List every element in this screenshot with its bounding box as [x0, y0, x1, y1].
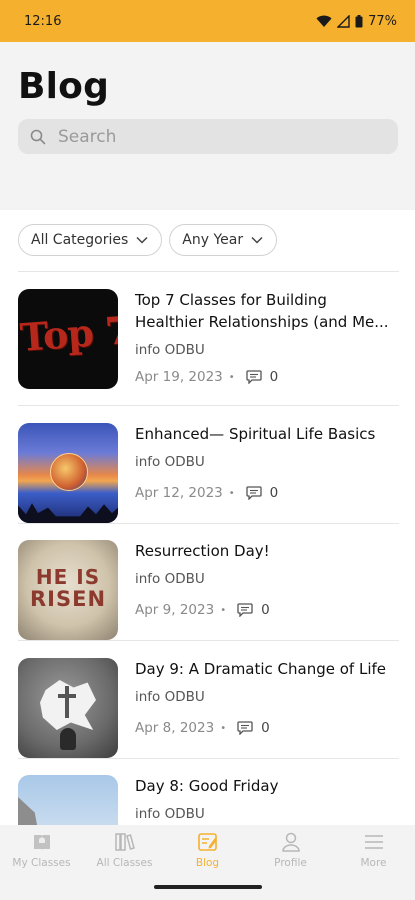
thumbnail-text: Top 7	[18, 307, 118, 360]
post-meta: Apr 9, 2023 • 0	[135, 602, 399, 618]
thumbnail-text: HE IS RISEN	[29, 565, 107, 611]
year-filter-label: Any Year	[182, 232, 244, 248]
post-meta: Apr 19, 2023 • 0	[135, 369, 399, 385]
separator-dot: •	[220, 722, 227, 734]
home-indicator[interactable]	[154, 885, 262, 889]
category-filter-label: All Categories	[31, 232, 129, 248]
post-date: Apr 12, 2023	[135, 485, 223, 501]
post-date: Apr 8, 2023	[135, 720, 215, 736]
search-icon	[30, 129, 46, 144]
blog-icon	[197, 833, 217, 851]
post-thumbnail: Top 7	[18, 289, 118, 389]
comment-icon	[246, 486, 262, 500]
my-classes-icon	[33, 835, 50, 850]
post-thumbnail	[18, 423, 118, 523]
blog-post-item[interactable]: Top 7 Top 7 Classes for Building Healthi…	[18, 272, 399, 406]
post-author: info ODBU	[135, 571, 205, 587]
comment-icon	[237, 603, 253, 617]
post-author: info ODBU	[135, 689, 205, 705]
menu-icon	[364, 835, 383, 849]
category-filter-dropdown[interactable]: All Categories	[18, 224, 163, 256]
nav-label: More	[360, 857, 387, 869]
post-info: Top 7 Classes for Building Healthier Rel…	[135, 289, 399, 385]
blog-post-item[interactable]: Enhanced— Spiritual Life Basics info ODB…	[18, 405, 399, 524]
status-icons: 77%	[316, 14, 397, 29]
post-info: Day 8: Good Friday info ODBU	[135, 775, 399, 822]
battery-percent: 77%	[368, 13, 397, 29]
post-meta: Apr 12, 2023 • 0	[135, 485, 399, 501]
nav-label: My Classes	[12, 857, 71, 869]
building-image	[18, 797, 46, 825]
search-bar[interactable]	[18, 119, 398, 154]
library-icon	[114, 833, 135, 851]
blog-post-item[interactable]: HE IS RISEN Resurrection Day! info ODBU …	[18, 523, 399, 641]
signal-icon	[337, 14, 350, 28]
post-thumbnail: HE IS RISEN	[18, 540, 118, 640]
post-info: Day 9: A Dramatic Change of Life info OD…	[135, 658, 399, 736]
separator-dot: •	[220, 604, 227, 616]
post-author: info ODBU	[135, 454, 205, 470]
year-filter-dropdown[interactable]: Any Year	[169, 224, 278, 256]
post-thumbnail	[18, 775, 118, 825]
post-title: Top 7 Classes for Building Healthier Rel…	[135, 291, 389, 331]
comment-icon	[246, 370, 262, 384]
comment-count: 0	[269, 485, 279, 501]
wifi-icon	[316, 15, 332, 27]
nav-more[interactable]: More	[332, 831, 415, 869]
separator-dot: •	[228, 487, 235, 499]
grass-silhouette	[18, 503, 118, 523]
comment-count: 0	[269, 369, 279, 385]
post-title: Day 8: Good Friday	[135, 777, 279, 795]
separator-dot: •	[228, 371, 235, 383]
nav-label: Blog	[195, 857, 220, 869]
chevron-down-icon	[251, 236, 263, 244]
post-title: Day 9: A Dramatic Change of Life	[135, 660, 387, 678]
crystal-ball-image	[50, 453, 88, 491]
status-bar: 12:16 77%	[0, 0, 415, 42]
battery-icon	[355, 14, 363, 27]
blog-post-item[interactable]: Day 8: Good Friday info ODBU	[18, 758, 399, 825]
nav-label: Profile	[274, 857, 307, 869]
post-author: info ODBU	[135, 806, 205, 822]
post-title: Resurrection Day!	[135, 542, 270, 560]
post-info: Resurrection Day! info ODBU Apr 9, 2023 …	[135, 540, 399, 618]
nav-all-classes[interactable]: All Classes	[83, 831, 166, 869]
blog-post-item[interactable]: Day 9: A Dramatic Change of Life info OD…	[18, 640, 399, 759]
figure-silhouette	[60, 728, 76, 750]
post-date: Apr 19, 2023	[135, 369, 223, 385]
post-date: Apr 9, 2023	[135, 602, 215, 618]
comment-icon	[237, 721, 253, 735]
post-thumbnail	[18, 658, 118, 758]
post-meta: Apr 8, 2023 • 0	[135, 720, 399, 736]
comment-count: 0	[261, 720, 270, 736]
post-title: Enhanced— Spiritual Life Basics	[135, 425, 376, 443]
chevron-down-icon	[136, 236, 148, 244]
nav-my-classes[interactable]: My Classes	[0, 831, 83, 869]
post-author: info ODBU	[135, 342, 205, 358]
status-time: 12:16	[24, 13, 62, 29]
search-input[interactable]	[56, 125, 360, 148]
nav-profile[interactable]: Profile	[249, 831, 332, 869]
cross-silhouette	[65, 686, 69, 718]
filter-bar: All Categories Any Year	[18, 224, 278, 256]
post-info: Enhanced— Spiritual Life Basics info ODB…	[135, 423, 399, 501]
page-title: Blog	[18, 66, 110, 107]
nav-blog[interactable]: Blog	[166, 831, 249, 869]
comment-count: 0	[261, 602, 270, 618]
nav-label: All Classes	[96, 857, 153, 869]
profile-icon	[281, 832, 300, 852]
